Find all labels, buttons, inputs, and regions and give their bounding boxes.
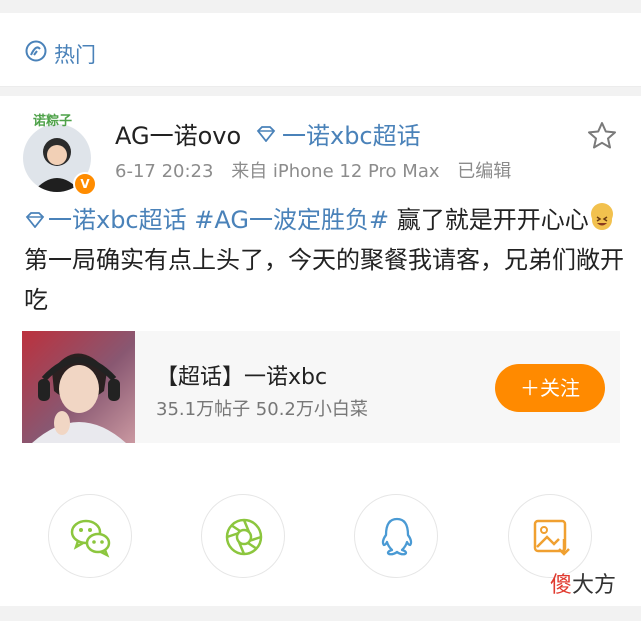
share-wechat-button[interactable] xyxy=(48,494,132,578)
hashtag-link[interactable]: #AG一波定胜负# xyxy=(194,206,389,234)
diamond-icon xyxy=(256,125,276,142)
follow-button[interactable]: ＋关注 xyxy=(495,364,605,412)
share-qq-button[interactable] xyxy=(354,494,438,578)
share-moments-button[interactable] xyxy=(201,494,285,578)
laughing-emoji-icon xyxy=(590,203,613,230)
favorite-star-icon[interactable] xyxy=(586,120,618,152)
diamond-icon xyxy=(25,212,45,229)
watermark-char: 傻 xyxy=(550,573,573,598)
hot-topic-icon xyxy=(25,40,47,62)
post-meta: 6-17 20:23 来自 iPhone 12 Pro Max 已编辑 xyxy=(115,157,523,183)
post-edited-status: 已编辑 xyxy=(457,161,512,182)
section-title[interactable]: 热门 xyxy=(54,39,96,69)
qq-icon xyxy=(381,517,413,556)
section-header: 热门 xyxy=(0,13,641,87)
inline-topic-link[interactable]: 一诺xbc超话 xyxy=(24,206,187,234)
save-image-button[interactable] xyxy=(508,494,592,578)
post-card: 诺粽子 V AG一诺ovo 一诺xbc超话 6-17 20:23 来自 iPho… xyxy=(0,96,641,606)
avatar[interactable]: 诺粽子 V xyxy=(23,110,97,196)
avatar-caption: 诺粽子 xyxy=(33,114,73,129)
top-strip xyxy=(0,0,641,13)
wechat-icon xyxy=(70,519,111,558)
moments-icon xyxy=(225,518,263,556)
topic-tag-label: 一诺xbc超话 xyxy=(282,122,421,150)
inline-topic-label: 一诺xbc超话 xyxy=(48,206,187,234)
post-source: 来自 iPhone 12 Pro Max xyxy=(231,161,440,182)
topic-tag-link[interactable]: 一诺xbc超话 xyxy=(256,116,421,151)
topic-card-title: 【超话】一诺xbc xyxy=(156,365,328,390)
bottom-strip xyxy=(0,606,641,621)
post-text-part1: 赢了就是开开心心 xyxy=(389,206,589,234)
post-text-part2: 第一局确实有点上头了，今天的聚餐我请客，兄弟们敞开吃 xyxy=(24,246,624,314)
author-name[interactable]: AG一诺ovo xyxy=(115,116,241,151)
save-image-icon xyxy=(533,519,570,556)
watermark-rest: 大方 xyxy=(572,573,617,598)
post-body: 一诺xbc超话 #AG一波定胜负# 赢了就是开开心心第一局确实有点上头了，今天的… xyxy=(24,200,624,320)
divider xyxy=(0,87,641,96)
topic-card-stats: 35.1万帖子 50.2万小白菜 xyxy=(156,399,368,420)
post-time: 6-17 20:23 xyxy=(115,161,214,182)
topic-card[interactable]: 【超话】一诺xbc 35.1万帖子 50.2万小白菜 ＋关注 xyxy=(22,331,620,443)
watermark: 傻大方 xyxy=(550,567,616,599)
verified-badge-icon: V xyxy=(73,172,97,196)
topic-thumbnail xyxy=(22,331,135,443)
